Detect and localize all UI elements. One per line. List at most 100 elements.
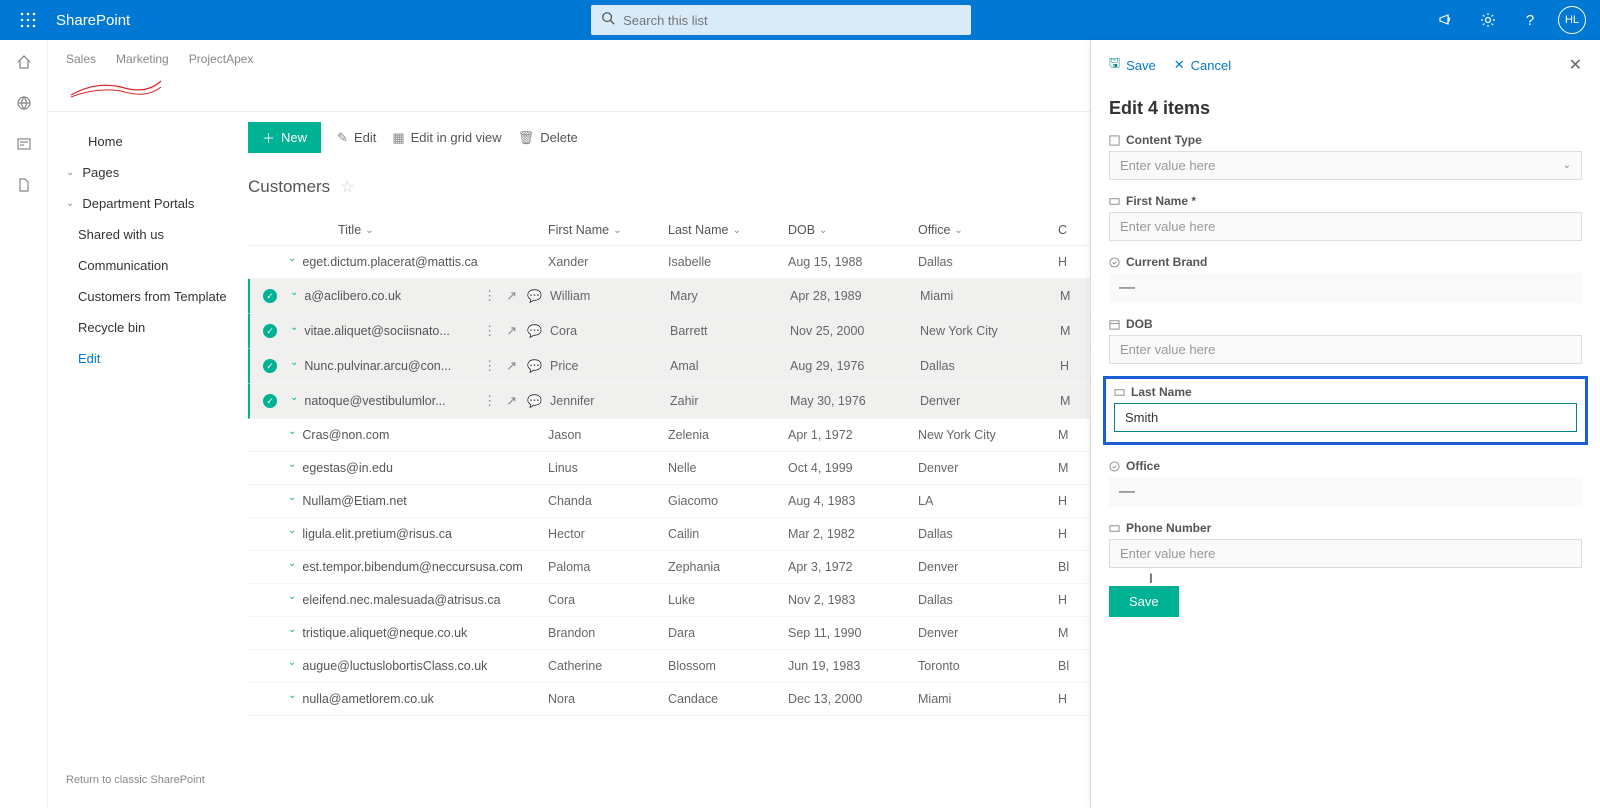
nav-shared-with-us[interactable]: Shared with us [58,219,248,250]
cell-office: New York City [920,324,1060,338]
row-title[interactable]: a@aclibero.co.uk [304,289,401,303]
nav-communication[interactable]: Communication [58,250,248,281]
globe-icon[interactable] [16,95,32,116]
nav-pages[interactable]: ⌄Pages [58,157,248,188]
brand-value[interactable]: — [1109,273,1582,303]
cell-first: Hector [548,527,668,541]
phone-input[interactable] [1109,539,1582,568]
cell-first: Catherine [548,659,668,673]
cell-office: Denver [918,461,1058,475]
row-title[interactable]: Nullam@Etiam.net [302,494,406,508]
chevron-down-icon: ⌄ [66,167,74,178]
row-more-icon[interactable]: ⋮ [483,358,496,374]
app-launcher-icon[interactable] [8,0,48,40]
row-title[interactable]: Cras@non.com [302,428,389,442]
cell-office: Dallas [920,359,1060,373]
site-nav-sales[interactable]: Sales [66,52,96,66]
edit-button[interactable]: ✎Edit [337,130,376,146]
files-icon[interactable] [16,177,32,198]
row-share-icon[interactable]: ↗ [506,288,517,304]
row-title[interactable]: vitae.aliquet@sociisnato... [304,324,449,338]
brand-label: Current Brand [1109,255,1582,269]
home-icon[interactable] [16,54,32,75]
row-title[interactable]: eget.dictum.placerat@mattis.ca [302,255,477,269]
dob-input[interactable] [1109,335,1582,364]
nav-edit-link[interactable]: Edit [58,343,248,374]
row-comment-icon[interactable]: 💬 [527,324,542,338]
col-first-name[interactable]: First Name⌄ [548,223,668,237]
row-more-icon[interactable]: ⋮ [483,288,496,304]
cell-last: Isabelle [668,255,788,269]
row-selected-check-icon[interactable]: ✓ [263,289,277,303]
row-title[interactable]: egestas@in.edu [302,461,393,475]
row-title[interactable]: est.tempor.bibendum@neccursusa.com [302,560,522,574]
return-classic-link[interactable]: Return to classic SharePoint [58,766,248,794]
new-button[interactable]: ＋New [248,122,321,153]
cell-first: Jason [548,428,668,442]
delete-button[interactable]: 🗑Delete [518,130,578,146]
nav-department-portals[interactable]: ⌄Department Portals [58,188,248,219]
panel-close-icon[interactable]: ✕ [1569,55,1582,75]
row-share-icon[interactable]: ↗ [506,358,517,374]
row-comment-icon[interactable]: 💬 [527,359,542,373]
col-title[interactable]: Title⌄ [288,223,548,237]
search-box[interactable] [591,5,971,35]
link-indicator-icon: ⌄ [288,459,296,470]
edit-grid-button[interactable]: ▦Edit in grid view [392,130,501,146]
link-indicator-icon: ⌄ [288,690,296,701]
row-title[interactable]: ligula.elit.pretium@risus.ca [302,527,452,541]
field-dob: DOB [1109,317,1582,364]
nav-recycle-bin[interactable]: Recycle bin [58,312,248,343]
user-avatar[interactable]: HL [1558,6,1586,34]
cell-dob: Aug 15, 1988 [788,255,918,269]
col-office[interactable]: Office⌄ [918,223,1058,237]
cell-dob: Nov 2, 1983 [788,593,918,607]
site-nav-marketing[interactable]: Marketing [116,52,169,66]
first-name-input[interactable] [1109,212,1582,241]
row-title[interactable]: augue@luctuslobortisClass.co.uk [302,659,487,673]
cell-office: Miami [920,289,1060,303]
last-name-input[interactable] [1114,403,1577,432]
nav-customers-from-template[interactable]: Customers from Template [58,281,248,312]
megaphone-icon[interactable] [1432,6,1460,34]
row-selected-check-icon[interactable]: ✓ [263,359,277,373]
nav-home[interactable]: Home [58,126,248,157]
settings-gear-icon[interactable] [1474,6,1502,34]
row-comment-icon[interactable]: 💬 [527,394,542,408]
row-more-icon[interactable]: ⋮ [483,393,496,409]
row-share-icon[interactable]: ↗ [506,393,517,409]
office-label: Office [1109,459,1582,473]
content-type-select[interactable]: Enter value here⌄ [1109,151,1582,180]
cell-last: Candace [668,692,788,706]
cell-last: Barrett [670,324,790,338]
trash-icon: 🗑 [518,130,535,146]
row-title[interactable]: natoque@vestibulumlor... [304,394,445,408]
cell-last: Zahir [670,394,790,408]
site-nav-projectapex[interactable]: ProjectApex [189,52,254,66]
help-icon[interactable]: ? [1516,6,1544,34]
favorite-star-icon[interactable]: ☆ [340,177,354,197]
text-cursor-icon: I [1149,570,1153,586]
row-more-icon[interactable]: ⋮ [483,323,496,339]
search-icon [601,11,615,30]
cell-first: Brandon [548,626,668,640]
row-title[interactable]: tristique.aliquet@neque.co.uk [302,626,467,640]
panel-cancel-cmd[interactable]: ✕Cancel [1174,57,1231,73]
link-indicator-icon: ⌄ [288,492,296,503]
row-title[interactable]: Nunc.pulvinar.arcu@con... [304,359,451,373]
news-icon[interactable] [16,136,32,157]
row-share-icon[interactable]: ↗ [506,323,517,339]
panel-save-cmd[interactable]: 🖫Save [1109,54,1156,76]
row-title[interactable]: eleifend.nec.malesuada@atrisus.ca [302,593,500,607]
col-dob[interactable]: DOB⌄ [788,223,918,237]
search-input[interactable] [623,13,961,28]
cell-last: Nelle [668,461,788,475]
row-title[interactable]: nulla@ametlorem.co.uk [302,692,434,706]
row-comment-icon[interactable]: 💬 [527,289,542,303]
save-button[interactable]: Save [1109,586,1179,617]
row-selected-check-icon[interactable]: ✓ [263,394,277,408]
row-selected-check-icon[interactable]: ✓ [263,324,277,338]
office-value[interactable]: — [1109,477,1582,507]
col-last-name[interactable]: Last Name⌄ [668,223,788,237]
app-name[interactable]: SharePoint [56,12,130,29]
